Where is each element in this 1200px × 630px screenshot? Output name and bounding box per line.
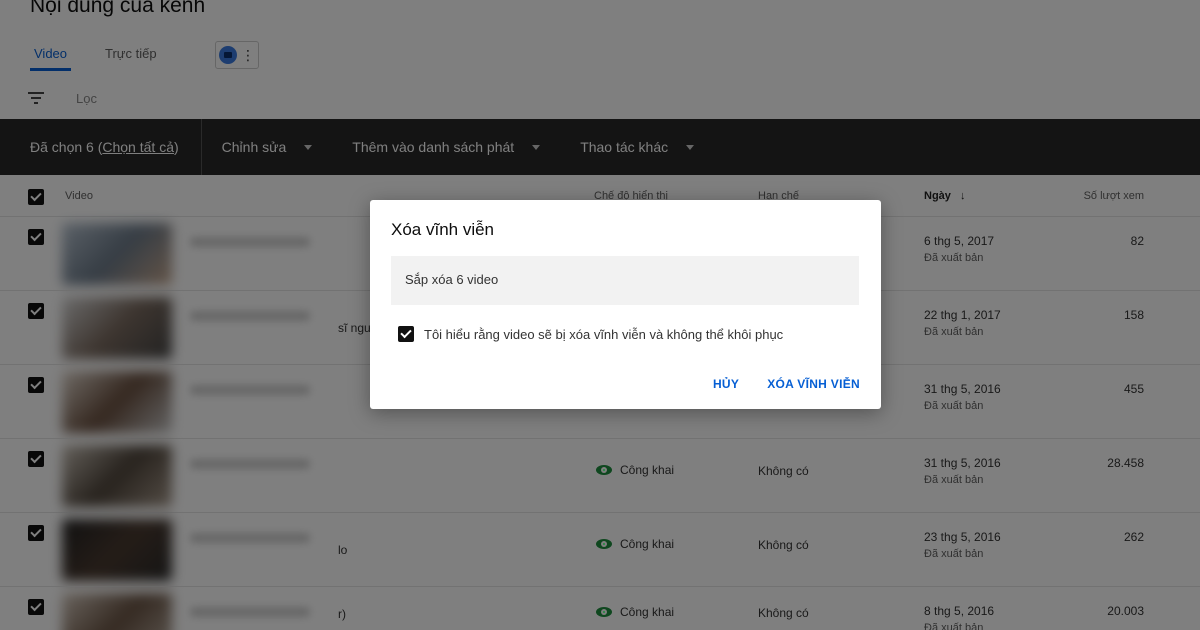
delete-permanently-button[interactable]: XÓA VĨNH VIỄN: [767, 377, 860, 391]
dialog-actions: HỦY XÓA VĨNH VIỄN: [685, 377, 860, 391]
cancel-button[interactable]: HỦY: [713, 377, 739, 391]
dialog-title: Xóa vĩnh viễn: [391, 220, 495, 239]
channel-content-page: Nội dung của kênh Video Trực tiếp ⋮ Lọc …: [0, 0, 1200, 630]
delete-permanently-dialog: Xóa vĩnh viễn Sắp xóa 6 video Tôi hiểu r…: [370, 200, 881, 409]
dialog-info-box: Sắp xóa 6 video: [391, 256, 859, 305]
confirm-checkbox-row[interactable]: Tôi hiểu rằng video sẽ bị xóa vĩnh viễn …: [398, 326, 783, 342]
confirm-checkbox[interactable]: [398, 326, 414, 342]
confirm-label: Tôi hiểu rằng video sẽ bị xóa vĩnh viễn …: [424, 326, 784, 342]
